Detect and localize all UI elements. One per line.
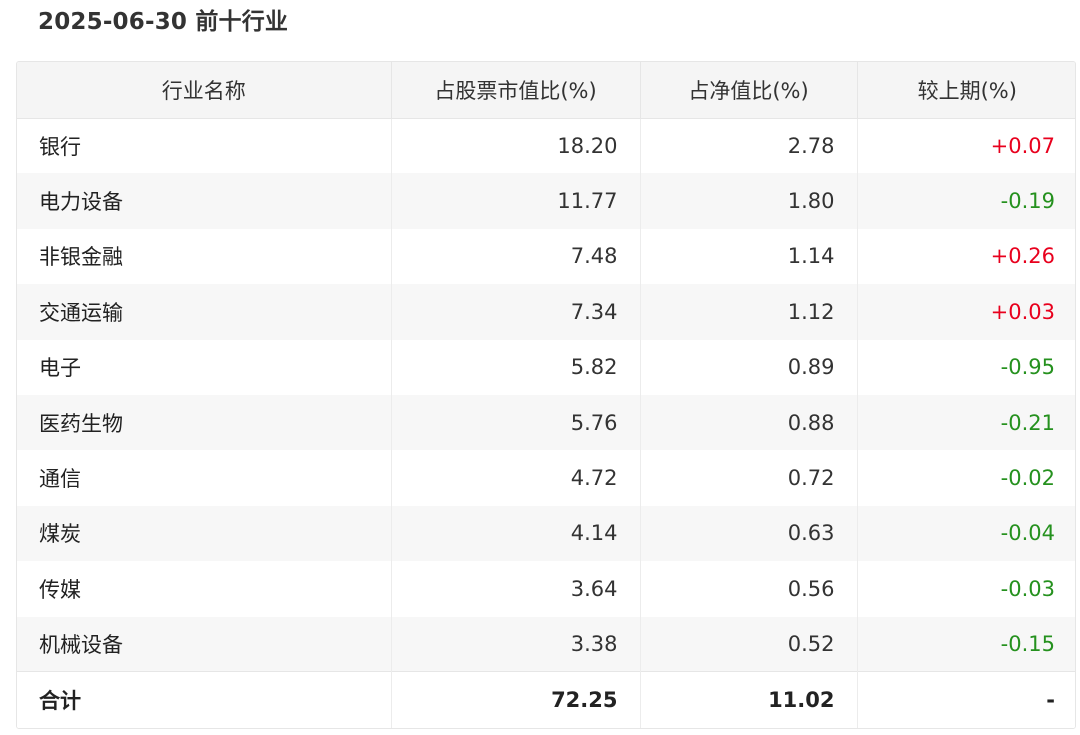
column-header-change: 较上期(%): [857, 62, 1075, 119]
table-row: 电力设备 11.77 1.80 -0.19: [17, 173, 1075, 229]
industry-name: 煤炭: [17, 505, 392, 562]
industry-name: 电力设备: [17, 173, 392, 229]
stock-ratio-value: 4.14: [391, 505, 641, 562]
industry-name: 电子: [17, 339, 392, 395]
table-row: 煤炭 4.14 0.63 -0.04: [17, 505, 1075, 562]
table-row: 电子 5.82 0.89 -0.95: [17, 339, 1075, 395]
stock-ratio-value: 5.76: [391, 394, 641, 451]
table-row: 非银金融 7.48 1.14 +0.26: [17, 228, 1075, 285]
industry-name: 医药生物: [17, 394, 392, 451]
table-header-row: 行业名称 占股票市值比(%) 占净值比(%) 较上期(%): [17, 62, 1075, 119]
table-row: 机械设备 3.38 0.52 -0.15: [17, 616, 1075, 672]
stock-ratio-value: 5.82: [391, 339, 641, 395]
change-value: +0.03: [857, 284, 1075, 340]
change-value: -0.21: [857, 394, 1075, 451]
stock-ratio-value: 11.77: [391, 173, 641, 229]
nav-ratio-value: 0.56: [640, 561, 858, 617]
total-stock-ratio: 72.25: [391, 671, 641, 728]
industry-name: 交通运输: [17, 284, 392, 340]
stock-ratio-value: 7.34: [391, 284, 641, 340]
column-header-stock-ratio: 占股票市值比(%): [391, 62, 641, 119]
stock-ratio-value: 18.20: [391, 118, 641, 174]
page-title: 2025-06-30 前十行业: [38, 9, 289, 35]
nav-ratio-value: 1.80: [640, 173, 858, 229]
nav-ratio-value: 2.78: [640, 118, 858, 174]
change-value: -0.04: [857, 505, 1075, 562]
nav-ratio-value: 0.63: [640, 505, 858, 562]
change-value: -0.95: [857, 339, 1075, 395]
table-row: 银行 18.20 2.78 +0.07: [17, 118, 1075, 174]
stock-ratio-value: 7.48: [391, 228, 641, 285]
table-row: 交通运输 7.34 1.12 +0.03: [17, 284, 1075, 340]
change-value: -0.15: [857, 616, 1075, 672]
change-value: +0.26: [857, 228, 1075, 285]
nav-ratio-value: 1.14: [640, 228, 858, 285]
change-value: +0.07: [857, 118, 1075, 174]
stock-ratio-value: 3.38: [391, 616, 641, 672]
table-total-row: 合计 72.25 11.02 -: [17, 671, 1075, 728]
column-header-nav-ratio: 占净值比(%): [640, 62, 858, 119]
stock-ratio-value: 4.72: [391, 450, 641, 506]
table-row: 传媒 3.64 0.56 -0.03: [17, 561, 1075, 617]
industry-name: 通信: [17, 450, 392, 506]
table-row: 医药生物 5.76 0.88 -0.21: [17, 394, 1075, 451]
change-value: -0.03: [857, 561, 1075, 617]
table-row: 通信 4.72 0.72 -0.02: [17, 450, 1075, 506]
change-value: -0.19: [857, 173, 1075, 229]
industry-name: 非银金融: [17, 228, 392, 285]
nav-ratio-value: 0.52: [640, 616, 858, 672]
change-value: -0.02: [857, 450, 1075, 506]
total-nav-ratio: 11.02: [640, 671, 858, 728]
total-label: 合计: [17, 671, 392, 728]
industry-name: 银行: [17, 118, 392, 174]
nav-ratio-value: 0.89: [640, 339, 858, 395]
industry-table: 行业名称 占股票市值比(%) 占净值比(%) 较上期(%) 银行 18.20 2…: [16, 61, 1076, 729]
nav-ratio-value: 0.72: [640, 450, 858, 506]
total-change: -: [857, 671, 1075, 728]
industry-name: 传媒: [17, 561, 392, 617]
industry-name: 机械设备: [17, 616, 392, 672]
stock-ratio-value: 3.64: [391, 561, 641, 617]
nav-ratio-value: 1.12: [640, 284, 858, 340]
column-header-industry: 行业名称: [17, 62, 392, 119]
nav-ratio-value: 0.88: [640, 394, 858, 451]
